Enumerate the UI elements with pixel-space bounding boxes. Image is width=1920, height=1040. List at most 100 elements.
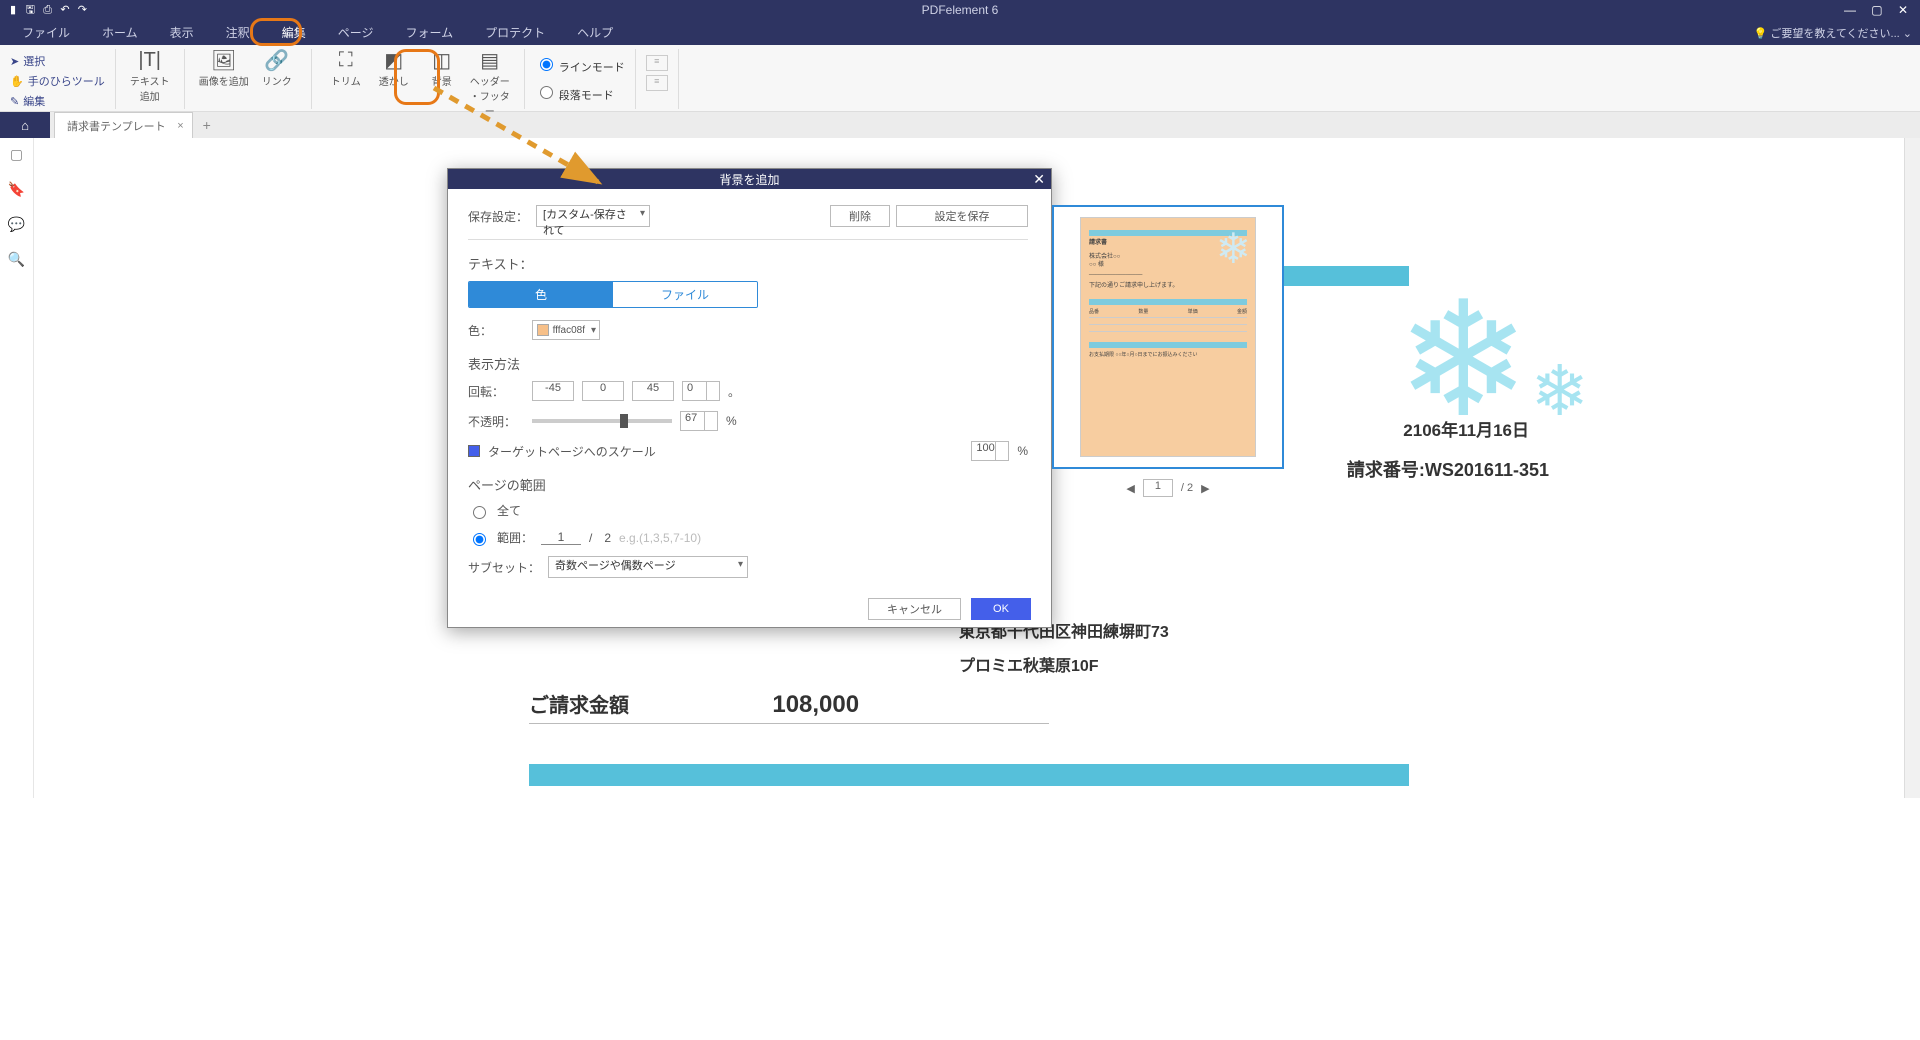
window-controls[interactable]: — ▢ ✕ — [1844, 3, 1914, 17]
cancel-button[interactable]: キャンセル — [868, 598, 961, 620]
range-input[interactable]: 1 — [541, 530, 581, 545]
color-label: 色： — [468, 322, 524, 339]
th-qty: 数量 — [922, 796, 951, 798]
tab-strip: ⌂ 請求書テンプレート× + — [0, 112, 1920, 138]
opacity-label: 不透明： — [468, 413, 524, 430]
search-icon[interactable]: 🔍 — [8, 251, 25, 268]
document-tab[interactable]: 請求書テンプレート× — [54, 112, 193, 138]
color-value: fffac08f — [553, 325, 585, 336]
tool-background[interactable]: ◫背景 — [418, 49, 466, 88]
radio-line-mode[interactable]: ラインモード — [535, 55, 625, 75]
undo-icon[interactable]: ↶ — [58, 3, 72, 16]
subset-select[interactable]: 奇数ページや偶数ページ — [548, 556, 748, 578]
tell-me[interactable]: 💡 ご要望を教えてください... ⌄ — [1754, 25, 1912, 41]
menu-home[interactable]: ホーム — [86, 20, 154, 45]
preview-pager: ◀ 1 / 2 ▶ — [1052, 479, 1284, 497]
menu-edit[interactable]: 編集 — [266, 20, 322, 45]
tool-header-footer[interactable]: ▤ヘッダー ・フッター — [466, 49, 514, 118]
crop-icon: ⛶ — [339, 49, 353, 71]
tool-add-image[interactable]: 🖼画像を追加 — [195, 49, 253, 88]
print-icon[interactable]: ⎙ — [41, 4, 55, 17]
align-icon-1[interactable]: ≡ — [646, 55, 668, 71]
table-header-band — [529, 764, 1409, 786]
edit-icon: ✎ — [10, 95, 19, 108]
close-tab-icon[interactable]: × — [177, 120, 183, 132]
radio-para-mode[interactable]: 段落モード — [535, 83, 625, 103]
tool-hand-label: 手のひらツール — [28, 73, 105, 89]
save-settings-label: 保存設定： — [468, 208, 528, 225]
align-icon-2[interactable]: ≡ — [646, 75, 668, 91]
home-tab[interactable]: ⌂ — [0, 112, 50, 138]
doc-date: 2106年11月16日 — [1403, 416, 1529, 441]
total-value: 108,000 — [772, 691, 859, 718]
titlebar: ▮ 🖫 ⎙ ↶ ↷ PDFelement 6 — ▢ ✕ — [0, 0, 1920, 20]
menu-page[interactable]: ページ — [322, 20, 390, 45]
pager-prev-icon[interactable]: ◀ — [1126, 482, 1134, 495]
opacity-slider[interactable] — [532, 419, 672, 423]
ok-button[interactable]: OK — [971, 598, 1031, 620]
quick-access: ▮ 🖫 ⎙ ↶ ↷ — [6, 1, 89, 20]
tool-select[interactable]: ➤選択 — [10, 51, 45, 71]
background-icon: ◫ — [432, 49, 451, 71]
save-settings-button[interactable]: 設定を保存 — [896, 205, 1028, 227]
rot-0[interactable]: 0 — [582, 381, 624, 401]
pct-unit-1: % — [726, 414, 737, 428]
comments-icon[interactable]: 💬 — [8, 216, 25, 233]
menu-annotate[interactable]: 注釈 — [210, 20, 266, 45]
range-hint: e.g.(1,3,5,7-10) — [619, 531, 701, 545]
text-icon: |T| — [138, 49, 161, 71]
opacity-value[interactable]: 67 — [680, 411, 718, 431]
range-custom-radio[interactable] — [473, 533, 486, 546]
add-background-dialog: 背景を追加 ✕ 保存設定： [カスタム-保存されて 削除 設定を保存 テキスト：… — [447, 168, 1052, 628]
source-segment[interactable]: 色 ファイル — [468, 281, 758, 308]
new-tab-button[interactable]: + — [193, 117, 221, 133]
color-picker[interactable]: fffac08f — [532, 320, 600, 340]
preview-title: 請求書 — [1089, 240, 1107, 246]
dialog-title: 背景を追加 — [719, 171, 779, 188]
menu-protect[interactable]: プロテクト — [469, 20, 561, 45]
pager-input[interactable]: 1 — [1143, 479, 1173, 497]
menu-help[interactable]: ヘルプ — [561, 20, 629, 45]
menu-file[interactable]: ファイル — [6, 20, 86, 45]
tool-watermark[interactable]: ◩透かし — [370, 49, 418, 88]
pager-total: / 2 — [1181, 482, 1193, 494]
thumbnails-icon[interactable]: ▢ — [10, 146, 23, 163]
radio-line-mode-label: ラインモード — [559, 62, 625, 74]
menu-form[interactable]: フォーム — [389, 20, 469, 45]
range-custom-label: 範囲： — [497, 529, 533, 546]
bookmarks-icon[interactable]: 🔖 — [8, 181, 25, 198]
page-range-label: ページの範囲 — [468, 475, 1028, 494]
segment-file[interactable]: ファイル — [613, 282, 757, 307]
cursor-icon: ➤ — [10, 55, 19, 68]
rot-value[interactable]: 0 — [682, 381, 720, 401]
rot-45[interactable]: 45 — [632, 381, 674, 401]
pager-next-icon[interactable]: ▶ — [1201, 482, 1209, 495]
th-item: 品番·品名 — [659, 796, 722, 798]
redo-icon[interactable]: ↷ — [75, 3, 89, 16]
tool-edit[interactable]: ✎編集 — [10, 91, 45, 111]
th-price: 単価 — [1151, 796, 1180, 798]
degree-unit: 。 — [728, 383, 740, 400]
radio-para-mode-label: 段落モード — [559, 90, 614, 102]
range-total: / 2 — [589, 529, 611, 546]
tool-link[interactable]: 🔗リンク — [253, 49, 301, 88]
menu-view[interactable]: 表示 — [154, 20, 210, 45]
scale-checkbox[interactable] — [468, 445, 480, 457]
preset-select[interactable]: [カスタム-保存されて — [536, 205, 650, 227]
dialog-close-icon[interactable]: ✕ — [1033, 171, 1045, 188]
app-icon: ▮ — [6, 3, 20, 16]
segment-color[interactable]: 色 — [469, 282, 613, 307]
delete-button[interactable]: 削除 — [830, 205, 890, 227]
tool-trim[interactable]: ⛶トリム — [322, 49, 370, 88]
rot-neg45[interactable]: -45 — [532, 381, 574, 401]
save-icon[interactable]: 🖫 — [23, 1, 37, 20]
range-all-radio[interactable] — [473, 506, 486, 519]
tool-hand[interactable]: ✋手のひらツール — [10, 71, 105, 91]
scrollbar[interactable] — [1904, 138, 1920, 798]
tool-add-text[interactable]: |T|テキスト 追加 — [126, 49, 174, 103]
scale-value[interactable]: 100 — [971, 441, 1009, 461]
tool-add-text-label: テキスト 追加 — [130, 73, 170, 103]
display-method-label: 表示方法 — [468, 354, 1028, 373]
text-section-label: テキスト： — [468, 254, 1028, 273]
watermark-icon: ◩ — [384, 49, 403, 71]
